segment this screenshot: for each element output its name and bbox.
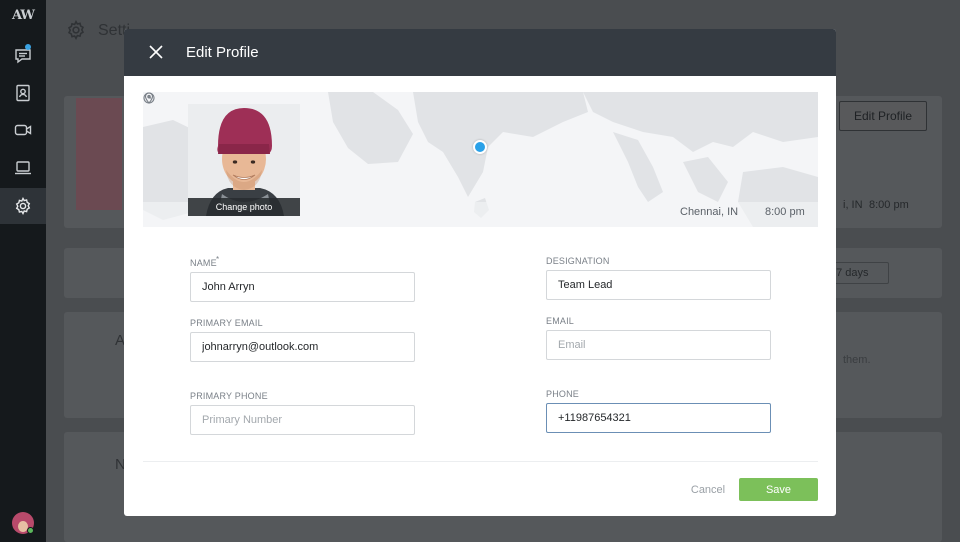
primary-phone-label: PRIMARY PHONE	[190, 391, 268, 401]
email-field[interactable]	[546, 330, 771, 360]
location-pin-marker	[473, 140, 487, 154]
sidebar-item-contacts[interactable]	[0, 75, 46, 111]
notification-dot	[25, 44, 31, 50]
sidebar-item-devices[interactable]	[0, 150, 46, 186]
footer-divider	[143, 461, 818, 462]
designation-field[interactable]	[546, 270, 771, 300]
edit-profile-modal: Edit Profile Chennai, IN 8:00 pm Change …	[124, 29, 836, 516]
time-text-background: 8:00 pm	[869, 199, 909, 211]
primary-email-field[interactable]	[190, 332, 415, 362]
primary-phone-field[interactable]	[190, 405, 415, 435]
primary-email-label: PRIMARY EMAIL	[190, 318, 263, 328]
name-field[interactable]	[190, 272, 415, 302]
required-mark: *	[216, 255, 220, 264]
online-status-dot	[27, 527, 34, 534]
video-camera-icon	[14, 124, 32, 136]
gear-icon	[67, 20, 85, 40]
section-hint-text: them.	[843, 354, 871, 366]
change-photo-button[interactable]: Change photo	[188, 198, 300, 216]
local-time-text: 8:00 pm	[765, 206, 805, 218]
contact-card-icon	[16, 84, 30, 102]
phone-label: PHONE	[546, 389, 580, 399]
laptop-icon	[15, 161, 31, 175]
designation-label: DESIGNATION	[546, 256, 610, 266]
close-icon[interactable]	[148, 44, 164, 60]
modal-title: Edit Profile	[186, 44, 259, 61]
gear-icon	[15, 197, 31, 215]
sidebar-item-video[interactable]	[0, 112, 46, 148]
edit-profile-button[interactable]: Edit Profile	[839, 101, 927, 131]
sidebar-item-chat[interactable]	[0, 38, 46, 74]
phone-field[interactable]	[546, 403, 771, 433]
email-label: EMAIL	[546, 316, 575, 326]
cancel-button[interactable]: Cancel	[687, 482, 729, 498]
location-text: Chennai, IN	[680, 206, 739, 218]
app-logo: AW	[11, 8, 35, 23]
location-text-background: i, IN	[843, 199, 863, 211]
modal-header: Edit Profile	[124, 29, 836, 76]
clock-icon	[143, 92, 155, 104]
sidebar: AW	[0, 0, 46, 542]
profile-photo-background	[76, 98, 122, 210]
save-button[interactable]: Save	[739, 478, 818, 501]
name-label: NAME	[190, 258, 217, 268]
sidebar-item-settings[interactable]	[0, 188, 46, 224]
